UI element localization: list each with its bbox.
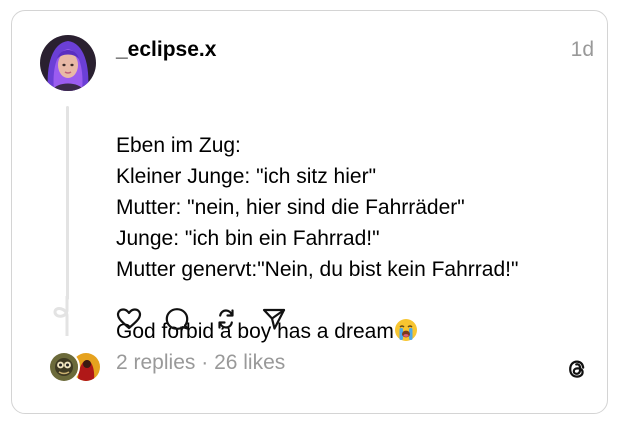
post-line: Mutter genervt:"Nein, du bist kein Fahrr…	[116, 258, 519, 281]
post-line: Kleiner Junge: "ich sitz hier"	[116, 165, 377, 188]
post-line: Eben im Zug:	[116, 134, 241, 157]
heart-icon[interactable]	[116, 306, 142, 332]
replier-avatars[interactable]	[48, 351, 104, 383]
post-line: Mutter: "nein, hier sind die Fahrräder"	[116, 196, 465, 219]
likes-count[interactable]: 26 likes	[214, 351, 285, 374]
paper-plane-icon[interactable]	[261, 306, 287, 332]
avatar[interactable]	[48, 351, 80, 383]
threads-logo-icon[interactable]	[564, 356, 590, 382]
post-stats: 2 replies · 26 likes	[116, 351, 285, 375]
thread-loop-icon	[51, 294, 75, 338]
stats-separator: ·	[195, 351, 215, 374]
post-line: God forbid a boy has a dream	[116, 320, 394, 343]
speech-bubble-icon[interactable]	[164, 306, 190, 332]
thread-line	[66, 106, 69, 300]
repost-icon[interactable]	[213, 306, 239, 332]
post-line: Junge: "ich bin ein Fahrrad!"	[116, 227, 380, 250]
username[interactable]: _eclipse.x	[116, 38, 216, 62]
replies-count[interactable]: 2 replies	[116, 351, 195, 374]
loudly-crying-face-emoji	[394, 318, 418, 342]
timestamp: 1d	[570, 38, 594, 61]
avatar[interactable]	[40, 35, 96, 91]
